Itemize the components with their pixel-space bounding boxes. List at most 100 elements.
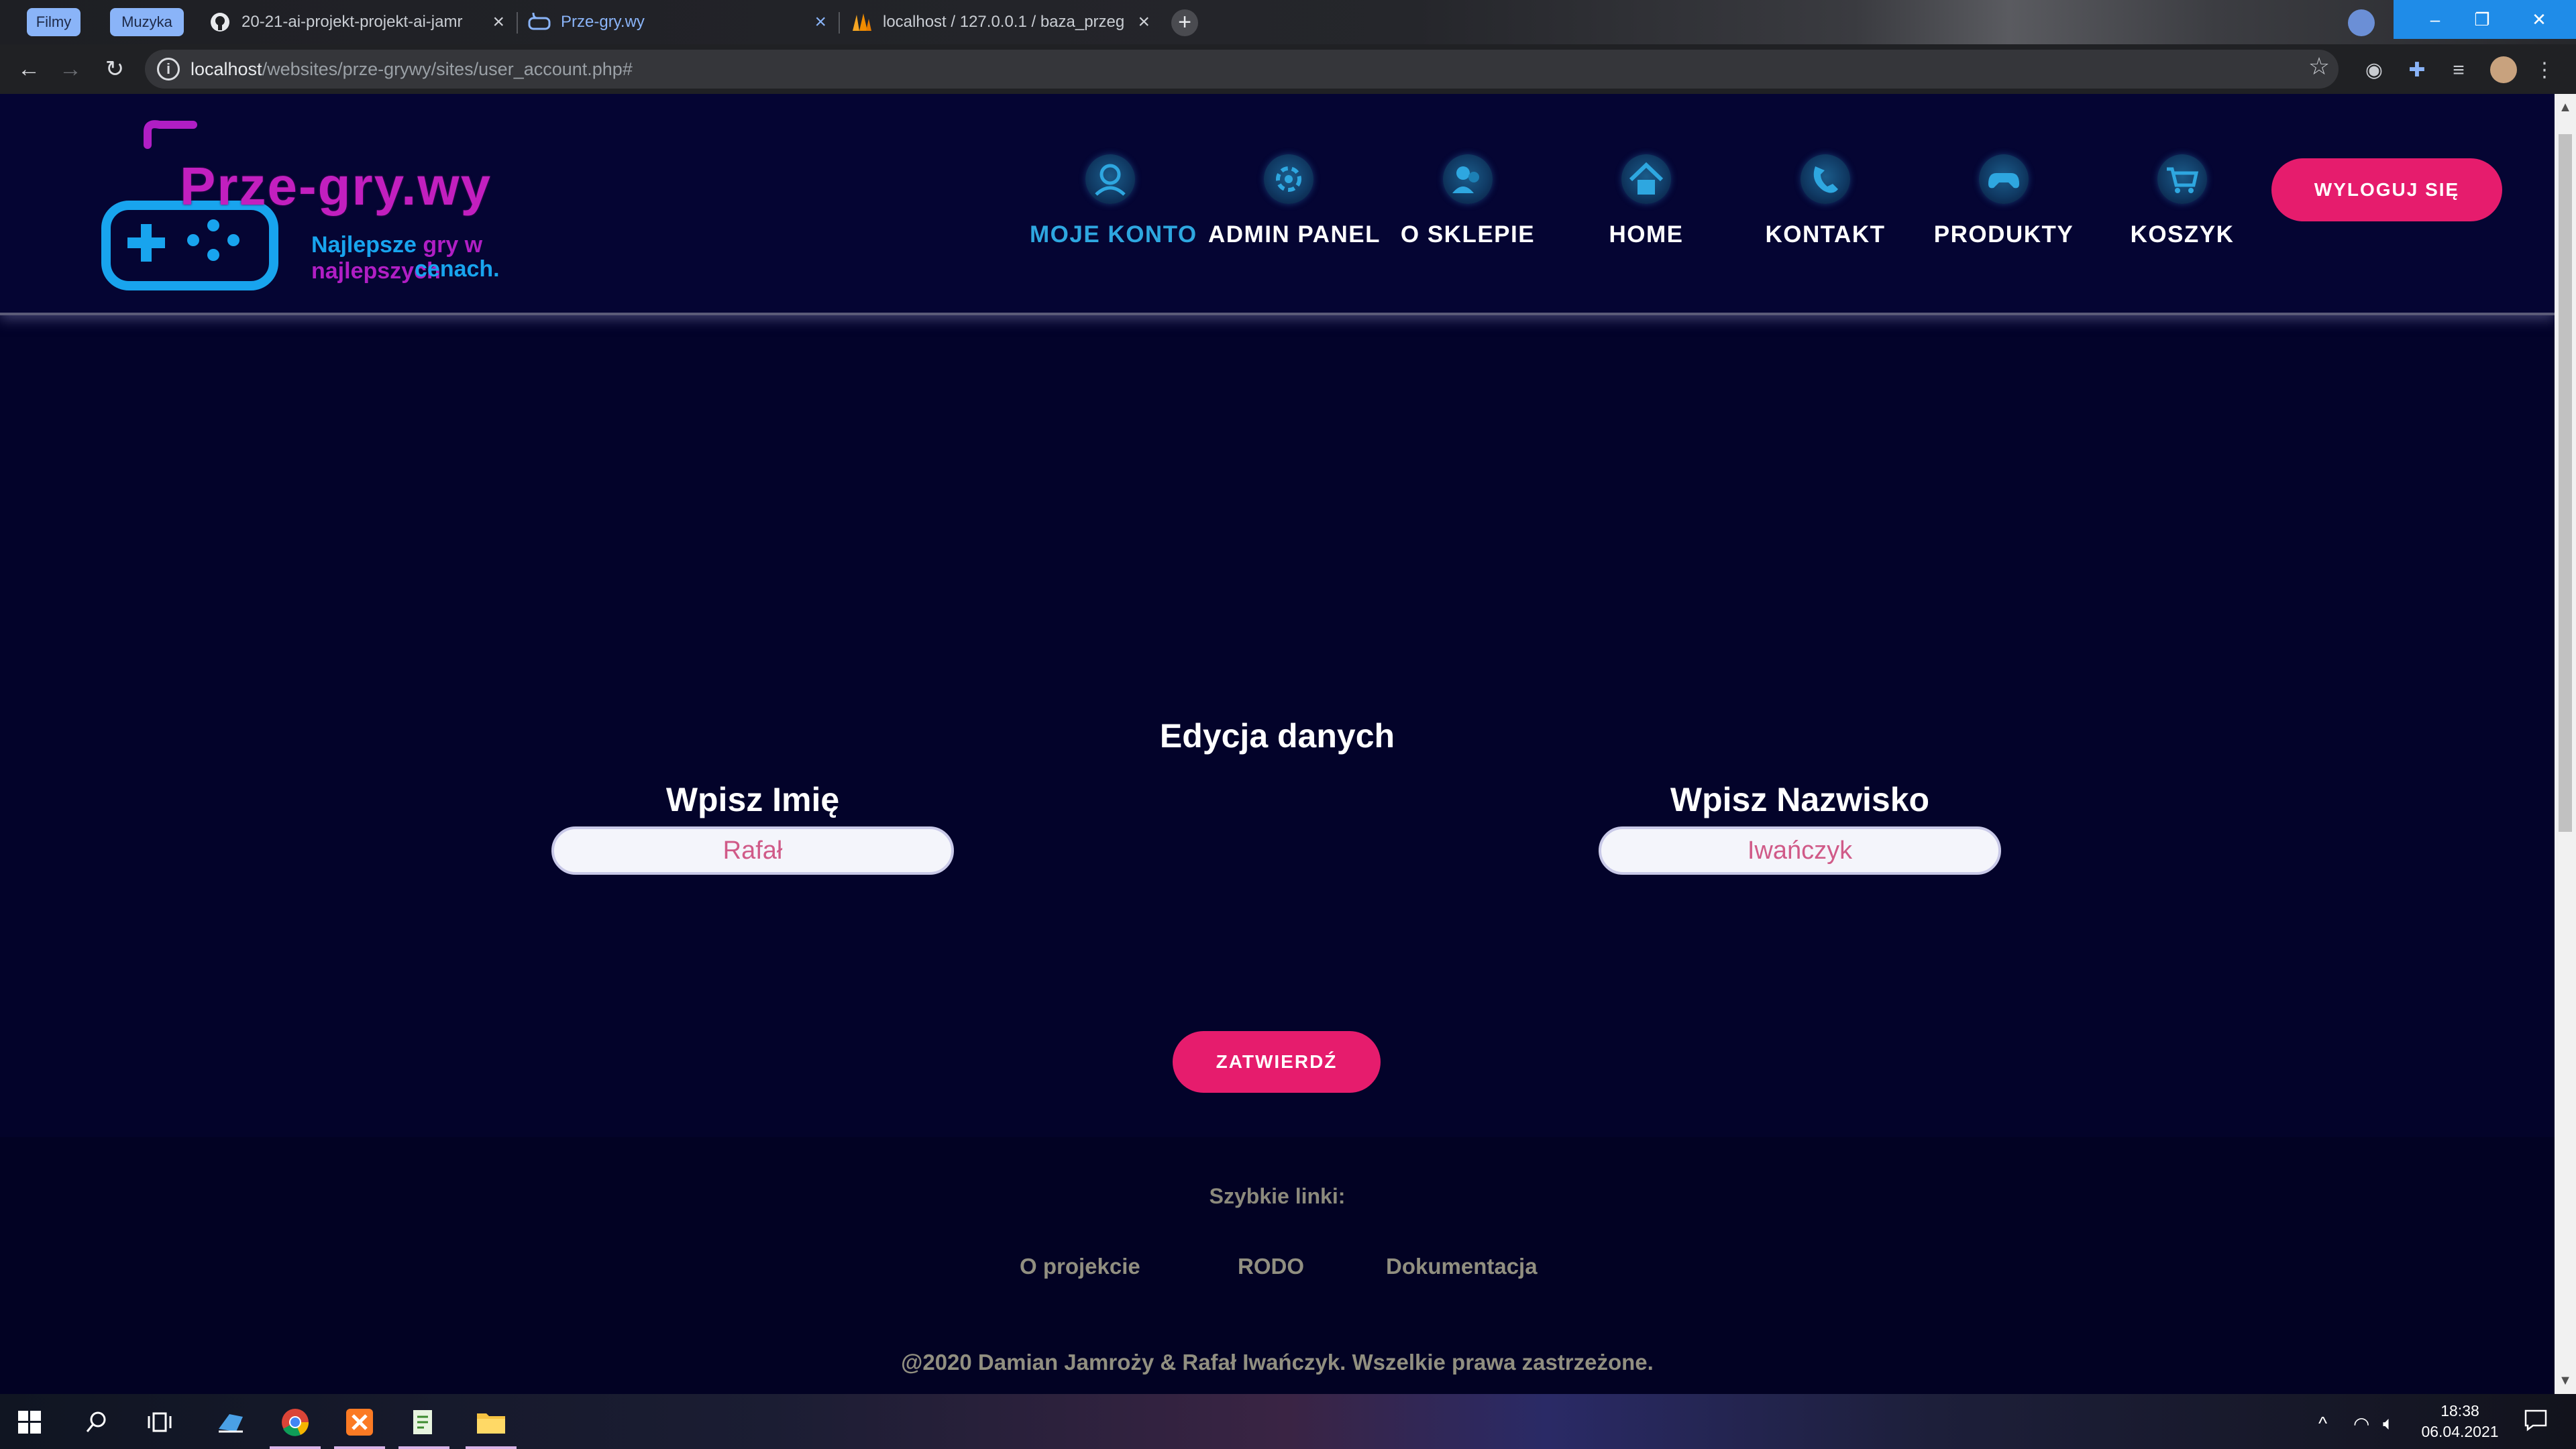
phone-icon [1801,154,1850,204]
nav-o-sklepie[interactable]: O SKLEPIE [1387,154,1548,288]
footer-link-o-projekcie[interactable]: O projekcie [1020,1254,1140,1279]
nav-label: O SKLEPIE [1400,221,1536,248]
tab-label: localhost / 127.0.0.1 / baza_przeg [883,13,1124,31]
browser-toolbar: ← → ↻ i localhost/websites/prze-grywy/si… [0,44,2576,94]
running-indicator [270,1446,321,1449]
web-page: Prze-gry.wy Najlepsze gry w najlepszych … [0,94,2555,1394]
tab-label: 20-21-ai-projekt-projekt-ai-jamr [241,13,463,31]
network-wifi-icon[interactable]: ◠ [2353,1413,2369,1435]
bookmark-label: Filmy [36,13,72,30]
footer-link-dokumentacja[interactable]: Dokumentacja [1386,1254,1538,1279]
tagline-part: Najlepsze [311,232,423,258]
url-path: /websites/prze-grywy/sites/user_account.… [262,59,633,79]
forward-arrow-icon[interactable]: → [55,54,86,85]
scrollbar-thumb[interactable] [2559,134,2572,832]
folder-icon[interactable] [472,1403,510,1441]
logo-title: Prze-gry.wy [180,156,492,216]
gamepad-icon [527,10,551,34]
nav-label: HOME [1609,221,1684,248]
clock-date: 06.04.2021 [2421,1423,2499,1440]
bookmark-label: Muzyka [121,13,172,30]
url-host: localhost [191,59,262,79]
form-title: Edycja danych [1159,717,1395,755]
running-indicator [334,1446,385,1449]
windows-start-icon[interactable] [11,1403,48,1441]
nav-label: MOJE KONTO [1030,221,1197,248]
nav-label: KONTAKT [1765,221,1886,248]
cart-icon [2157,154,2207,204]
site-header: Prze-gry.wy Najlepsze gry w najlepszych … [0,94,2555,315]
url-text: localhost/websites/prze-grywy/sites/user… [191,50,633,89]
last-name-field[interactable] [1599,826,2001,875]
first-name-field[interactable] [551,826,954,875]
nav-kontakt[interactable]: KONTAKT [1745,154,1906,288]
scroll-down-arrow-icon[interactable]: ▼ [2555,1367,2576,1394]
chrome-icon[interactable] [276,1403,314,1441]
close-window-button[interactable]: ✕ [2502,0,2576,39]
show-hidden-icons-icon[interactable]: ^ [2318,1413,2327,1434]
media-queue-icon[interactable]: ≡ [2447,59,2470,82]
clock-time: 18:38 [2440,1402,2479,1419]
tab-separator [517,12,518,34]
submit-button[interactable]: ZATWIERDŹ [1173,1031,1381,1093]
reload-icon[interactable]: ↻ [99,54,130,85]
gamepad-icon [1979,154,2029,204]
search-icon[interactable] [78,1403,115,1441]
running-indicator [398,1446,449,1449]
user-account-icon [1085,154,1135,204]
tab-github[interactable]: 20-21-ai-projekt-projekt-ai-jamr × [208,0,510,44]
tab-prze-gry[interactable]: Prze-gry.wy × [527,0,832,44]
quick-links-title: Szybkie linki: [1209,1184,1346,1208]
browser-tab-strip: Filmy Muzyka 20-21-ai-projekt-projekt-ai… [0,0,2576,44]
site-info-icon[interactable]: i [157,58,180,80]
windows-taskbar: ^ ◠ 🔈︎ 18:38 06.04.2021 [0,1394,2576,1449]
nav-label: PRODUKTY [1933,221,2074,248]
xampp-icon[interactable] [341,1403,378,1441]
tab-separator [839,12,840,34]
site-logo[interactable]: Prze-gry.wy Najlepsze gry w najlepszych … [99,118,609,319]
extensions-puzzle-icon[interactable]: ✚ [2406,59,2428,82]
footer-link-rodo[interactable]: RODO [1238,1254,1304,1279]
close-icon[interactable]: × [814,11,826,34]
extension-circle-icon[interactable]: ◉ [2363,59,2385,82]
tab-search-icon[interactable] [2348,9,2375,36]
admin-panel-icon [1264,154,1313,204]
nav-home[interactable]: HOME [1566,154,1727,288]
copyright: @2020 Damian Jamroży & Rafał Iwańczyk. W… [901,1350,1654,1375]
bookmark-muzyka[interactable]: Muzyka [110,8,184,36]
logout-button[interactable]: WYLOGUJ SIĘ [2271,158,2502,221]
first-name-label: Wpisz Imię [665,781,840,818]
system-clock[interactable]: 18:38 06.04.2021 [2410,1401,2510,1442]
running-indicator [466,1446,517,1449]
notepad-icon[interactable] [405,1403,443,1441]
about-shop-icon [1443,154,1493,204]
nav-label: KOSZYK [2130,221,2235,248]
close-icon[interactable]: × [1138,11,1150,34]
nav-koszyk[interactable]: KOSZYK [2102,154,2263,288]
address-bar[interactable]: i localhost/websites/prze-grywy/sites/us… [145,50,2339,89]
new-tab-button[interactable]: + [1171,9,1198,36]
bookmark-filmy[interactable]: Filmy [27,8,80,36]
last-name-label: Wpisz Nazwisko [1670,781,1930,818]
nav-admin-panel[interactable]: ADMIN PANEL [1208,154,1381,288]
nav-label: ADMIN PANEL [1208,221,1381,248]
bookmark-star-icon[interactable]: ☆ [2308,54,2330,78]
close-icon[interactable]: × [492,11,504,34]
notifications-icon[interactable] [2524,1409,2548,1436]
github-icon [208,10,232,34]
nav-moje-konto[interactable]: MOJE KONTO [1030,154,1197,288]
volume-icon[interactable]: 🔈︎ [2383,1413,2394,1435]
file-explorer-pinned-icon[interactable] [212,1403,250,1441]
phpmyadmin-icon [849,10,873,34]
tab-label: Prze-gry.wy [561,13,645,31]
back-arrow-icon[interactable]: ← [13,54,44,85]
home-icon [1621,154,1671,204]
nav-produkty[interactable]: PRODUKTY [1923,154,2084,288]
profile-avatar[interactable] [2490,56,2517,83]
task-view-icon[interactable] [141,1403,178,1441]
logo-tagline-line2: cenach. [415,256,500,282]
page-scrollbar[interactable]: ▲ ▼ [2555,94,2576,1394]
scroll-up-arrow-icon[interactable]: ▲ [2555,94,2576,121]
browser-menu-icon[interactable]: ⋮ [2533,59,2556,82]
tab-phpmyadmin[interactable]: localhost / 127.0.0.1 / baza_przeg × [849,0,1155,44]
